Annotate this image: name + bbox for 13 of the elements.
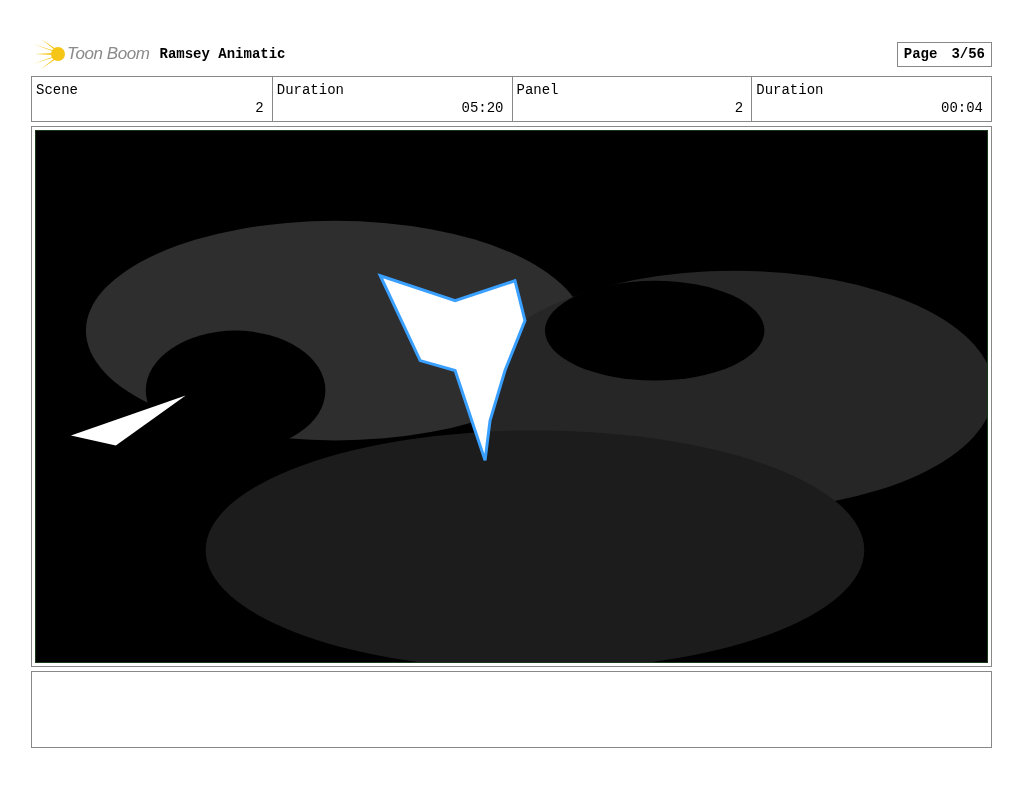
logo-text: Toon Boom bbox=[67, 43, 150, 66]
field-label: Duration bbox=[756, 81, 824, 99]
page-number: 3/56 bbox=[951, 44, 985, 64]
starburst-logo-icon bbox=[33, 39, 65, 69]
field-value: 05:20 bbox=[461, 99, 504, 117]
field-label: Panel bbox=[516, 81, 559, 99]
document-title: Ramsey Animatic bbox=[159, 44, 286, 64]
field-value: 2 bbox=[734, 99, 744, 117]
field-value: 2 bbox=[255, 99, 264, 117]
field-label: Duration bbox=[276, 81, 344, 99]
field-label: Scene bbox=[36, 81, 78, 99]
field-value: 00:04 bbox=[941, 99, 983, 117]
page-label: Page bbox=[903, 44, 938, 64]
